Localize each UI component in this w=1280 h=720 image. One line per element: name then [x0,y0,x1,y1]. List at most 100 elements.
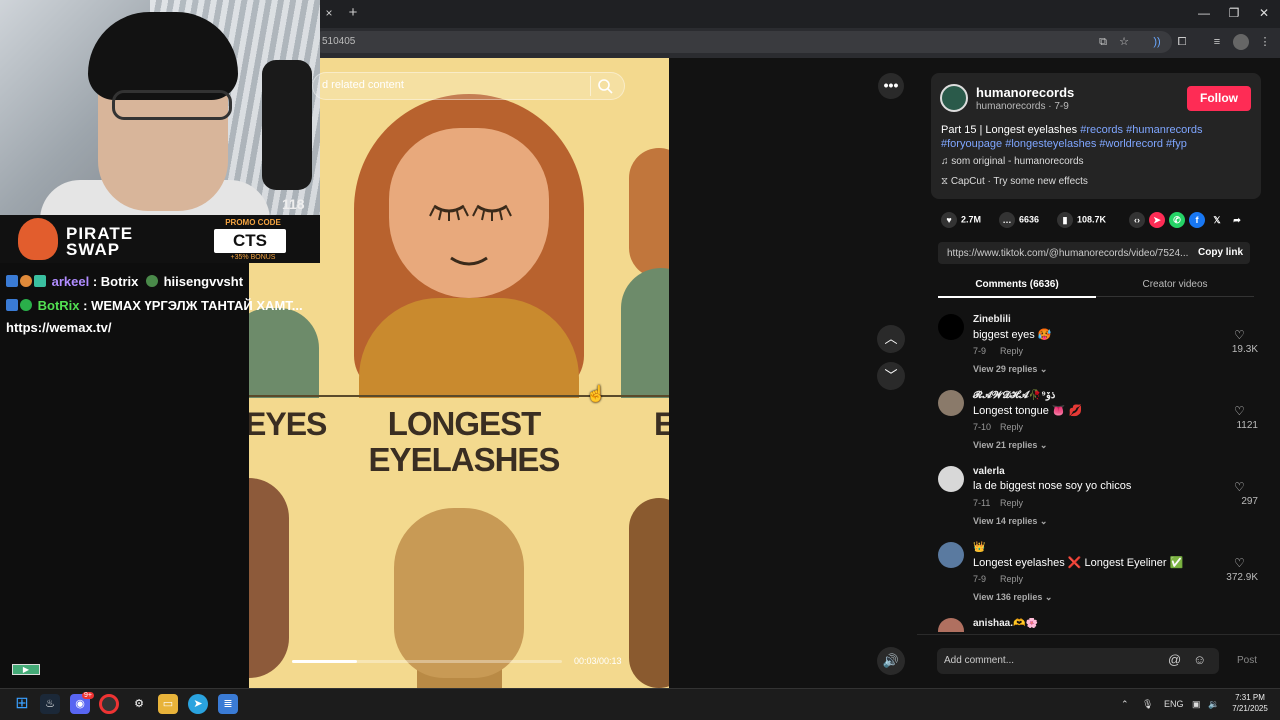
view-replies-button[interactable]: View 136 replies ⌄ [973,592,1052,603]
video-link[interactable]: https://www.tiktok.com/@humanorecords/vi… [947,248,1188,259]
commenter-avatar[interactable] [938,542,964,568]
whatsapp-icon[interactable]: ✆ [1169,212,1185,228]
commenter-name[interactable]: anishaa.🫶🌸 [973,618,1038,629]
save-action[interactable]: ▮ 108.7K [1057,212,1106,228]
volume-icon[interactable]: 🔊 [877,647,905,675]
caption-hashtags[interactable]: #foryoupage #longesteyelashes #worldreco… [941,138,1187,150]
illustration-woman-face [389,128,549,298]
commenter-avatar[interactable] [938,390,964,416]
badge-icon [6,299,18,311]
chat-username[interactable]: arkeel [52,274,90,289]
caption-hashtags[interactable]: #records #humanrecords [1080,124,1202,136]
steam-icon[interactable]: ♨ [40,694,60,714]
file-explorer-icon[interactable]: ▭ [158,694,178,714]
post-caption: Part 15 | Longest eyelashes #records #hu… [941,123,1241,151]
tray-expand-icon[interactable]: ⌃ [1121,699,1129,710]
commenter-name[interactable]: Zineblili [973,314,1011,325]
chat-username[interactable]: BotRix [38,298,80,313]
copy-link-button[interactable]: Copy link [1198,247,1243,258]
commenter-avatar[interactable] [938,314,964,340]
microphone-icon[interactable]: 🎙 [1142,699,1153,710]
bookmark-star-icon[interactable]: ☆ [1116,34,1132,50]
x-icon[interactable]: 𝕏 [1209,212,1225,228]
like-action[interactable]: ♥ 2.7M [941,212,981,228]
kebab-menu-icon[interactable]: ⋮ [1257,34,1273,50]
chat-text: Botrix [100,274,139,289]
clock[interactable]: 7:31 PM 7/21/2025 [1228,692,1272,714]
media-control-icon[interactable]: ≡ [1209,34,1225,50]
chat-message: BotRix : WEMAX ҮРГЭЛЖ ТАНТАЙ ХАМТ... [6,298,303,313]
comment-icon: … [999,212,1015,228]
chat-text: hiisengvvsht [163,274,244,289]
chat-link[interactable]: https://wemax.tv/ [6,320,111,335]
network-icon[interactable]: ▣ [1192,699,1201,710]
search-input[interactable]: d related content [322,79,404,91]
notepad-icon[interactable]: ≣ [218,694,238,714]
view-replies-button[interactable]: View 14 replies ⌄ [973,516,1047,527]
comment-input[interactable]: Add comment... [944,655,1014,666]
app-icon[interactable]: ⚙ [129,694,149,714]
volume-tray-icon[interactable]: 🔉 [1208,699,1219,710]
mention-icon[interactable]: @ [1168,652,1181,667]
more-options-button[interactable]: ••• [878,73,904,99]
search-divider [590,76,591,96]
commenter-name[interactable]: 👑 [973,542,985,553]
address-bar[interactable] [312,31,1172,53]
windows-start-icon[interactable]: ⊞ [12,694,32,714]
facebook-icon[interactable]: f [1189,212,1205,228]
reply-button[interactable]: Reply [1000,346,1023,356]
extensions-puzzle-icon[interactable]: ⧠ [1174,34,1190,50]
tab-close-button[interactable]: × [322,6,336,20]
author-name[interactable]: humanorecords [976,85,1074,100]
commenter-name[interactable]: 𝓡𝓐𝓦𝓓𝓗𝓐🥀ذۆ⁹ [973,390,1055,401]
send-icon[interactable]: ➤ [1149,212,1165,228]
comment-like-icon[interactable]: ♡ [1234,556,1245,570]
chat-separator: : [79,298,92,313]
video-progress-fill [292,660,357,663]
tab-creator-videos[interactable]: Creator videos [1096,279,1254,290]
clock-time: 7:31 PM [1235,693,1265,702]
author-handle-date: humanorecords · 7-9 [976,101,1069,112]
next-video-button[interactable]: ﹀ [877,362,905,390]
streamer-glasses [112,90,232,120]
commenter-avatar[interactable] [938,466,964,492]
comment-like-count: 1121 [1236,420,1258,431]
restore-icon[interactable]: ❐ [1226,5,1242,21]
comment-like-icon[interactable]: ♡ [1234,480,1245,494]
follow-button[interactable]: Follow [1187,86,1251,111]
reply-button[interactable]: Reply [1000,422,1023,432]
badge-icon [20,275,32,287]
post-comment-button[interactable]: Post [1237,655,1257,666]
embed-icon[interactable]: ‹› [1129,212,1145,228]
extension-icon[interactable]: )) [1149,34,1165,50]
commenter-name[interactable]: valerla [973,466,1005,477]
author-avatar[interactable] [940,84,968,112]
commenter-avatar[interactable] [938,618,964,632]
language-indicator[interactable]: ENG [1164,699,1184,709]
profile-avatar[interactable] [1233,34,1249,50]
share-arrow-icon[interactable]: ➦ [1229,212,1245,228]
badge-icon [6,275,18,287]
view-replies-button[interactable]: View 21 replies ⌄ [973,440,1047,451]
capcut-row[interactable]: ⧖ CapCut · Try some new effects [941,176,1088,187]
comment-like-icon[interactable]: ♡ [1234,328,1245,342]
reply-button[interactable]: Reply [1000,574,1023,584]
telegram-icon[interactable]: ➤ [188,694,208,714]
music-row[interactable]: ♫ som original - humanorecords [941,156,1084,167]
previous-video-button[interactable]: ︿ [877,325,905,353]
illustration-figure [629,148,669,278]
bookmark-icon: ▮ [1057,212,1073,228]
chrome-icon[interactable] [99,694,119,714]
comment-action[interactable]: … 6636 [999,212,1039,228]
view-replies-button[interactable]: View 29 replies ⌄ [973,364,1047,375]
emoji-icon[interactable]: ☺ [1193,652,1206,667]
comment-like-icon[interactable]: ♡ [1234,404,1245,418]
reply-button[interactable]: Reply [1000,498,1023,508]
minimize-icon[interactable]: — [1196,5,1212,21]
comment-like-count: 19.3K [1231,344,1258,355]
close-window-icon[interactable]: ✕ [1256,5,1272,21]
tab-comments[interactable]: Comments (6636) [938,279,1096,290]
new-tab-button[interactable]: + [345,4,361,22]
search-icon[interactable] [596,77,614,95]
install-app-icon[interactable]: ⧉ [1095,34,1111,50]
